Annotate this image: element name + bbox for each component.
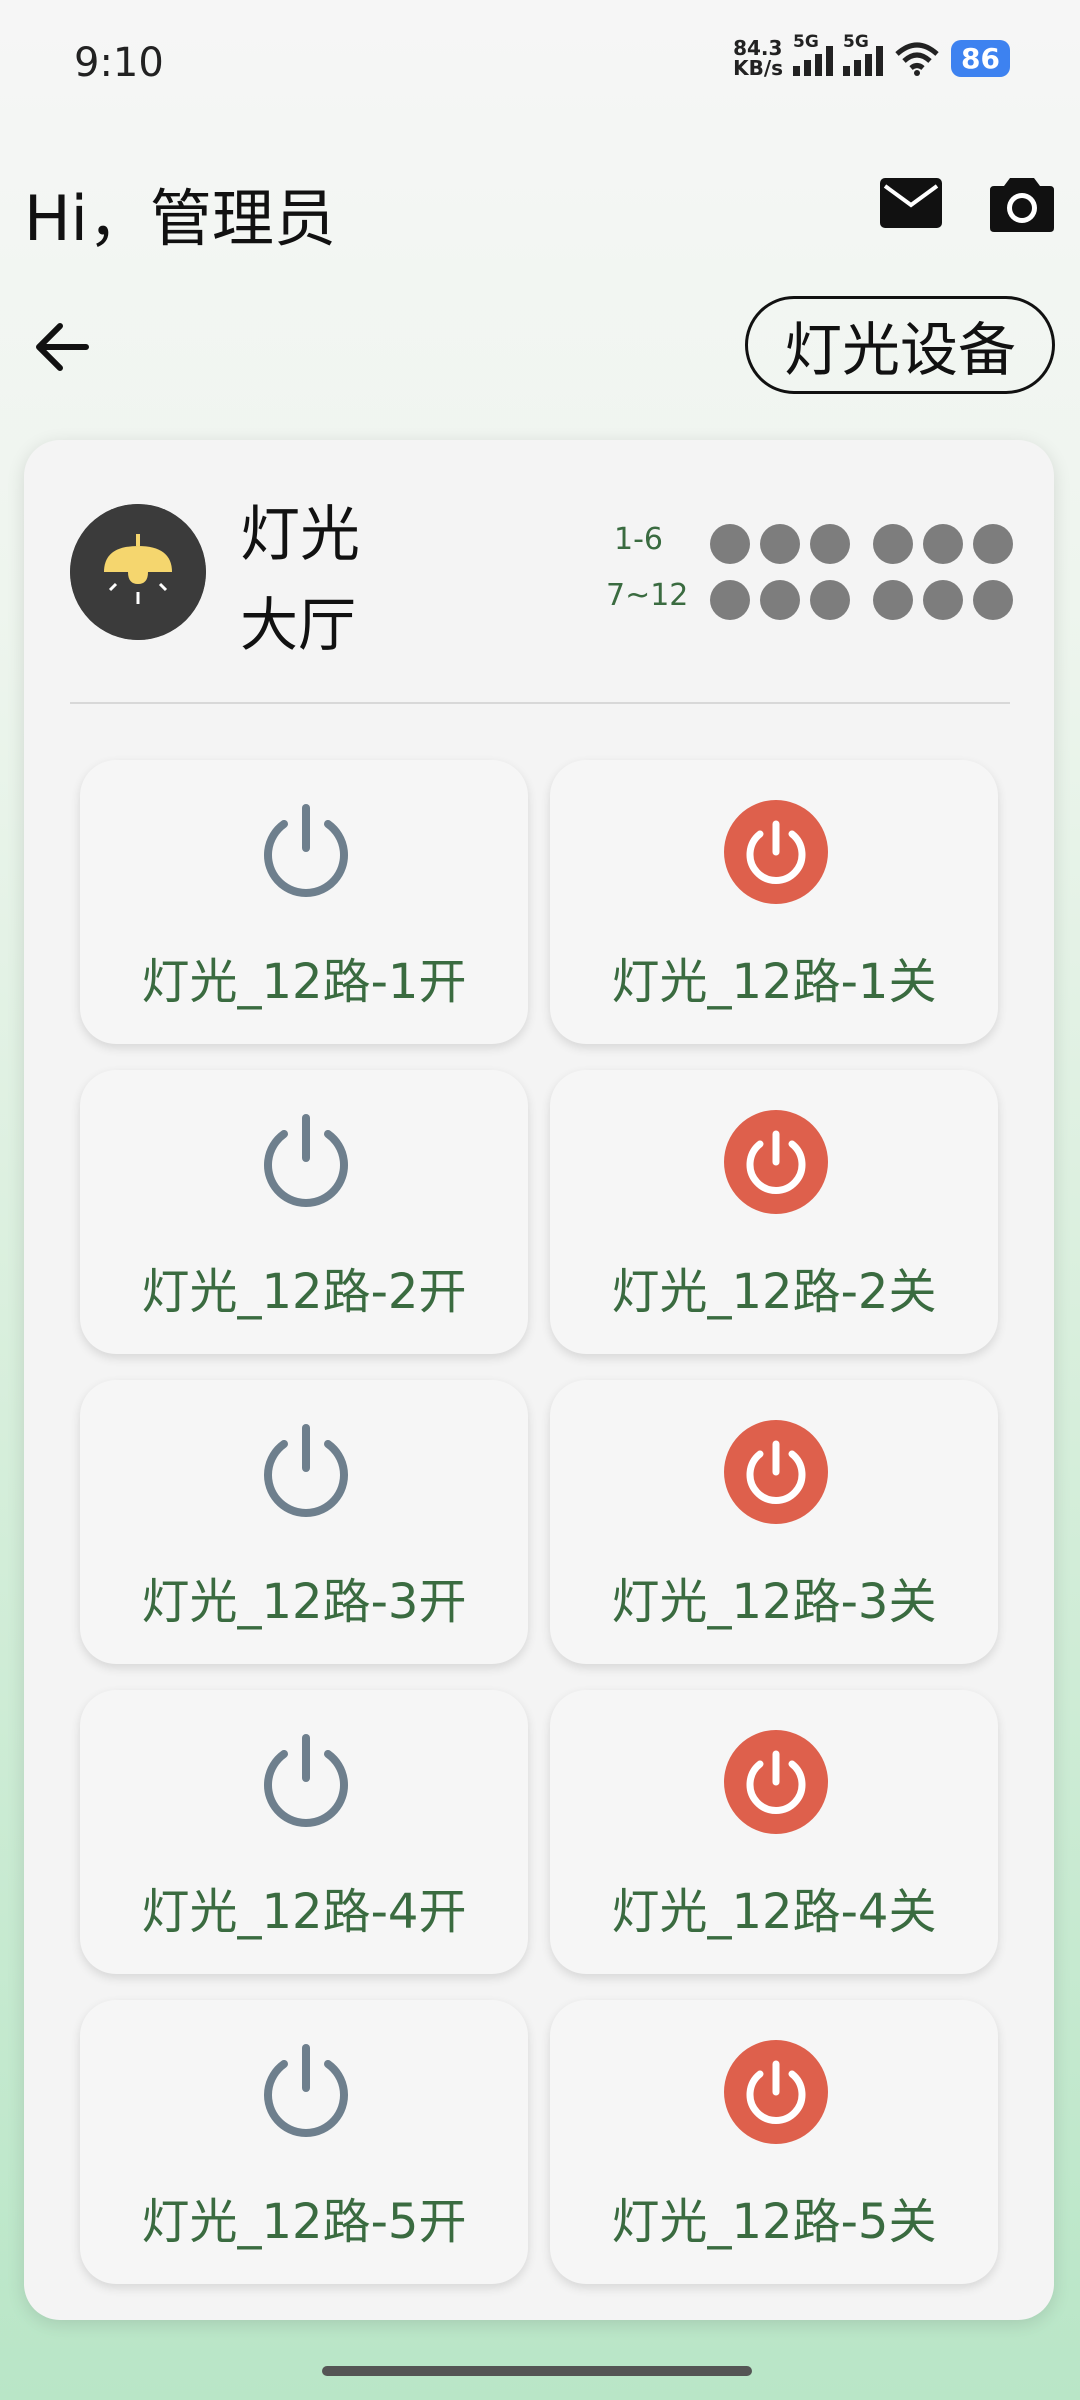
camera-icon[interactable] <box>990 172 1054 232</box>
channel-indicators-7-12 <box>710 580 1013 620</box>
channel-dot <box>973 524 1013 564</box>
channel-dot <box>760 524 800 564</box>
power-off-icon <box>724 1420 828 1524</box>
power-on-icon <box>264 1424 348 1517</box>
channel-dot <box>973 580 1013 620</box>
channel-range-2: 7~12 <box>606 578 689 613</box>
switch-label: 灯光_12路-4关 <box>611 1884 937 1940</box>
switch-off-button[interactable]: 灯光_12路-2关 <box>550 1070 998 1354</box>
status-bar: 9:10 84.3 KB/s 5G 5G 86 <box>0 0 1080 130</box>
switch-on-button[interactable]: 灯光_12路-1开 <box>80 760 528 1044</box>
device-name: 灯光 <box>240 500 360 570</box>
power-on-icon <box>264 804 348 897</box>
switch-label: 灯光_12路-2开 <box>141 1264 467 1320</box>
status-time: 9:10 <box>74 40 164 86</box>
device-room: 大厅 <box>240 591 357 659</box>
channel-dot <box>873 580 913 620</box>
channel-dot <box>760 580 800 620</box>
switch-label: 灯光_12路-5开 <box>141 2194 467 2250</box>
channel-dot <box>710 524 750 564</box>
power-on-icon <box>264 1734 348 1827</box>
switch-off-button[interactable]: 灯光_12路-4关 <box>550 1690 998 1974</box>
device-card: 灯光 大厅 1-6 7~12 灯光_12路-1开 灯光_12路-1关 灯光_12… <box>24 440 1054 2320</box>
switch-label: 灯光_12路-3关 <box>611 1574 937 1630</box>
wifi-icon <box>895 42 939 76</box>
switch-label: 灯光_12路-1关 <box>611 954 937 1010</box>
power-off-icon <box>724 1110 828 1214</box>
back-arrow-icon[interactable] <box>32 320 92 374</box>
channel-indicators-1-6 <box>710 524 1013 564</box>
channel-dot <box>923 524 963 564</box>
greeting-text: Hi，管理员 <box>24 182 336 255</box>
channel-range-1: 1-6 <box>614 522 663 557</box>
power-off-icon <box>724 1730 828 1834</box>
switch-off-button[interactable]: 灯光_12路-1关 <box>550 760 998 1044</box>
switch-on-button[interactable]: 灯光_12路-5开 <box>80 2000 528 2284</box>
switch-on-button[interactable]: 灯光_12路-3开 <box>80 1380 528 1664</box>
signal-icon-2: 5G <box>843 32 884 76</box>
switch-label: 灯光_12路-5关 <box>611 2194 937 2250</box>
channel-dot <box>810 524 850 564</box>
battery-indicator: 86 <box>951 39 1010 77</box>
signal-icon: 5G <box>793 32 834 76</box>
device-type-button[interactable]: 灯光设备 <box>745 296 1055 394</box>
switch-off-button[interactable]: 灯光_12路-5关 <box>550 2000 998 2284</box>
switch-on-button[interactable]: 灯光_12路-4开 <box>80 1690 528 1974</box>
power-off-icon <box>724 2040 828 2144</box>
switch-label: 灯光_12路-4开 <box>141 1884 467 1940</box>
switch-off-button[interactable]: 灯光_12路-3关 <box>550 1380 998 1664</box>
lamp-icon <box>70 504 206 640</box>
channel-dot <box>873 524 913 564</box>
channel-dot <box>710 580 750 620</box>
switch-label: 灯光_12路-3开 <box>141 1574 467 1630</box>
mail-icon[interactable] <box>880 178 942 228</box>
home-indicator[interactable] <box>322 2366 752 2376</box>
switch-label: 灯光_12路-2关 <box>611 1264 937 1320</box>
divider <box>70 702 1010 704</box>
status-icons: 84.3 KB/s 5G 5G 86 <box>733 32 1010 80</box>
power-off-icon <box>724 800 828 904</box>
channel-dot <box>810 580 850 620</box>
power-on-icon <box>264 1114 348 1207</box>
network-speed: 84.3 KB/s <box>733 36 784 80</box>
switch-label: 灯光_12路-1开 <box>141 954 467 1010</box>
power-on-icon <box>264 2044 348 2137</box>
switch-on-button[interactable]: 灯光_12路-2开 <box>80 1070 528 1354</box>
channel-dot <box>923 580 963 620</box>
